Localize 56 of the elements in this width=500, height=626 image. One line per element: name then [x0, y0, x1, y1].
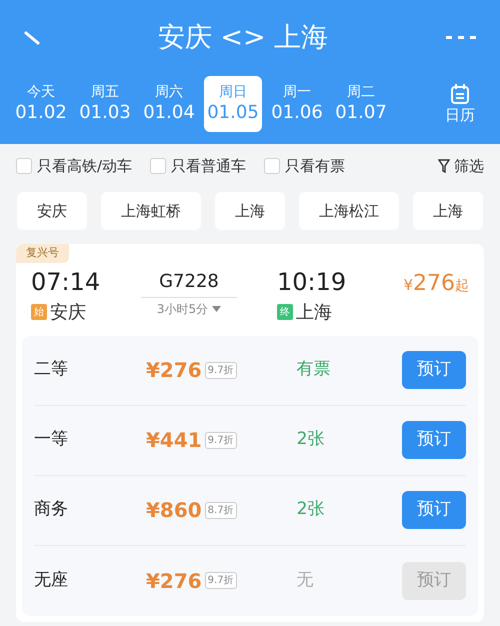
book-button[interactable]: 预订	[402, 351, 466, 389]
discount-tag: 9.7折	[204, 432, 237, 448]
book-button[interactable]: 预订	[402, 491, 466, 529]
arrival-station: 上海	[296, 300, 332, 324]
currency-sign: ¥	[403, 274, 413, 296]
date-tab[interactable]: 周一 01.06	[268, 76, 326, 132]
ticket-availability: 2张	[296, 428, 324, 452]
checkbox[interactable]	[264, 158, 280, 174]
back-icon[interactable]	[24, 31, 40, 45]
discount-tag: 9.7折	[204, 362, 237, 378]
station-chip[interactable]: 安庆	[17, 192, 87, 230]
filter-label: 只看高铁/动车	[37, 156, 132, 177]
station-chip[interactable]: 上海虹桥	[101, 192, 201, 230]
filter-label: 只看普通车	[171, 156, 246, 177]
calendar-icon	[450, 83, 470, 105]
ticket-availability: 无	[296, 568, 314, 592]
date-tab[interactable]: 周二 01.07	[332, 76, 390, 132]
ticket-availability: 有票	[296, 358, 331, 382]
date-tab[interactable]: 周六 01.04	[140, 76, 198, 132]
caret-icon	[212, 306, 222, 312]
duration-toggle[interactable]: 3小时5分	[156, 300, 222, 318]
arrival-time: 10:19	[277, 266, 348, 296]
seat-class: 无座	[34, 568, 69, 592]
book-button[interactable]: 预订	[402, 421, 466, 459]
terminal-badge: 终	[277, 304, 293, 320]
train-type-tag: 复兴号	[16, 244, 69, 262]
discount-tag: 9.7折	[204, 572, 237, 589]
ticket-availability: 2张	[296, 498, 324, 522]
seat-price: ¥860	[146, 497, 202, 524]
departure-station: 安庆	[50, 300, 86, 324]
calendar-button[interactable]: 日历	[432, 76, 488, 132]
station-chip[interactable]: 上海	[413, 192, 483, 230]
origin-badge: 始	[31, 304, 47, 320]
date-tab[interactable]: 周五 01.03	[76, 76, 134, 132]
date-tab[interactable]: 今天 01.02	[12, 76, 70, 132]
seat-class: 商务	[34, 498, 69, 522]
discount-tag: 8.7折	[204, 502, 237, 518]
departure-time: 07:14	[31, 266, 102, 296]
train-number: G7228	[141, 268, 237, 298]
seat-price: ¥276	[146, 568, 202, 594]
more-icon[interactable]	[446, 35, 476, 41]
filter-button[interactable]: 筛选	[438, 154, 484, 178]
date-tab[interactable]: 周日 01.05	[204, 76, 262, 132]
seat-price: ¥441	[146, 427, 202, 454]
seat-class: 一等	[34, 428, 69, 452]
lowest-price: 276	[413, 270, 455, 298]
page-title: 安庆 <> 上海	[158, 20, 328, 55]
seat-price: ¥276	[146, 357, 202, 384]
checkbox[interactable]	[150, 158, 166, 174]
filter-label: 只看有票	[285, 156, 346, 177]
station-chip[interactable]: 上海	[215, 192, 285, 230]
seat-class: 二等	[34, 358, 69, 382]
funnel-icon	[438, 159, 450, 173]
checkbox[interactable]	[16, 158, 32, 174]
station-chip[interactable]: 上海松江	[299, 192, 399, 230]
price-suffix: 起	[455, 276, 469, 296]
